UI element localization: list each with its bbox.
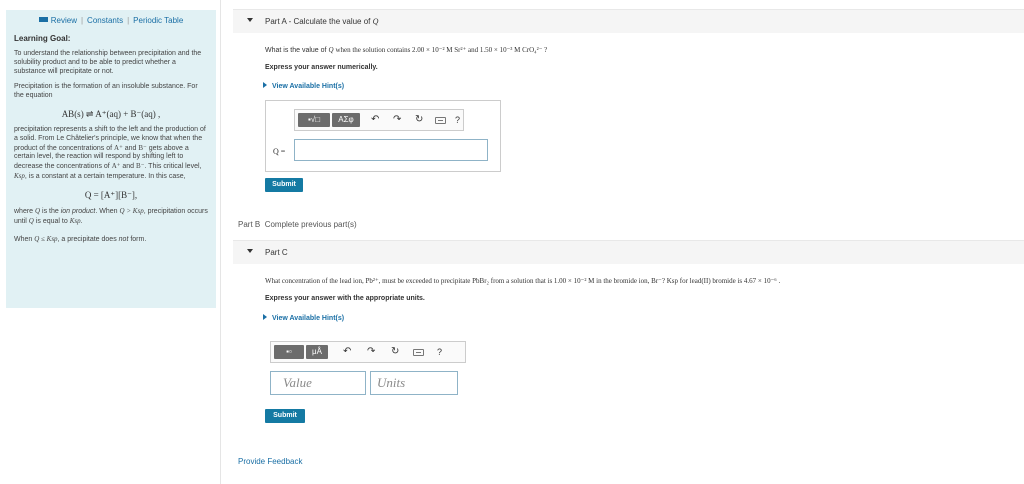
part-c-question: What concentration of the lead ion, Pb²⁺… [265, 277, 781, 285]
units-symbols-button[interactable]: μÅ [306, 345, 328, 359]
templates-button[interactable]: ▪▫ [274, 345, 304, 359]
keyboard-icon[interactable] [435, 117, 446, 124]
part-a-instruction: Express your answer numerically. [265, 64, 378, 71]
greek-symbols-button[interactable]: ΑΣφ [332, 113, 360, 127]
part-a-answer-box: ▪√□ ΑΣφ ↶ ↷ ↻ ? Q = [265, 100, 501, 172]
reset-icon[interactable]: ↻ [391, 346, 399, 358]
part-a-question: What is the value of Q when the solution… [265, 46, 548, 54]
resource-links: Review | Constants | Periodic Table [14, 16, 208, 28]
equation-dissociation: AB(s) ⇌ A⁺(aq) + B⁻(aq) , [61, 108, 161, 119]
part-b-row: Part B Complete previous part(s) [238, 220, 357, 229]
reset-icon[interactable]: ↻ [415, 114, 423, 126]
redo-icon[interactable]: ↷ [367, 346, 375, 358]
part-c-submit-button[interactable]: Submit [265, 409, 305, 423]
help-icon[interactable]: ? [437, 346, 442, 358]
value-input[interactable]: Value [270, 371, 366, 395]
collapse-caret-icon[interactable] [247, 249, 253, 253]
value-placeholder: Value [283, 375, 312, 390]
part-a-header[interactable]: Part A - Calculate the value of Q [233, 9, 1024, 33]
learning-goal-title: Learning Goal: [14, 34, 71, 43]
periodic-table-link[interactable]: Periodic Table [133, 16, 183, 25]
redo-icon[interactable]: ↷ [393, 114, 401, 126]
part-c-hint-toggle[interactable]: View Available Hint(s) [263, 314, 344, 322]
math-toolbar: ▪√□ ΑΣφ ↶ ↷ ↻ ? [294, 109, 464, 131]
undo-icon[interactable]: ↶ [343, 346, 351, 358]
collapse-caret-icon[interactable] [247, 18, 253, 22]
precip-intro: Precipitation is the formation of an ins… [14, 83, 198, 100]
part-a-submit-button[interactable]: Submit [265, 178, 303, 192]
part-b-label: Part B [238, 220, 261, 229]
review-link[interactable]: Review [51, 16, 77, 25]
keyboard-icon[interactable] [413, 349, 424, 356]
part-b-status: Complete previous part(s) [264, 220, 357, 229]
part-c-header[interactable]: Part C [233, 240, 1024, 264]
part-c-title: Part C [265, 248, 288, 257]
q-answer-input[interactable] [294, 139, 488, 161]
learning-goal-panel: Review | Constants | Periodic Table Learning… [6, 10, 216, 308]
expand-triangle-icon [263, 82, 267, 88]
templates-button[interactable]: ▪√□ [298, 113, 330, 127]
where-text: where Q is the ion product. When Q > Ksp… [14, 206, 208, 225]
part-a-hint-toggle[interactable]: View Available Hint(s) [263, 82, 344, 90]
review-icon [38, 17, 48, 22]
undo-icon[interactable]: ↶ [371, 114, 379, 126]
units-toolbar: ▪▫ μÅ ↶ ↷ ↻ ? [270, 341, 466, 363]
part-a-title: Part A - Calculate the value of Q [265, 17, 379, 26]
provide-feedback-link[interactable]: Provide Feedback [238, 457, 302, 466]
units-placeholder: Units [377, 375, 406, 390]
q-label: Q = [273, 147, 286, 156]
goal-text: To understand the relationship between p… [14, 50, 202, 75]
expand-triangle-icon [263, 314, 267, 320]
equation-ion-product: Q = [A⁺][B⁻], [84, 189, 138, 200]
main-content: Part A - Calculate the value of Q What i… [220, 0, 1024, 484]
le-chatelier-text: precipitation represents a shift to the … [14, 125, 206, 180]
when-text: When Q ≤ Ksp, a precipitate does not for… [14, 235, 147, 244]
constants-link[interactable]: Constants [87, 16, 123, 25]
units-input[interactable]: Units [370, 371, 458, 395]
help-icon[interactable]: ? [455, 114, 460, 126]
part-c-instruction: Express your answer with the appropriate… [265, 295, 425, 302]
